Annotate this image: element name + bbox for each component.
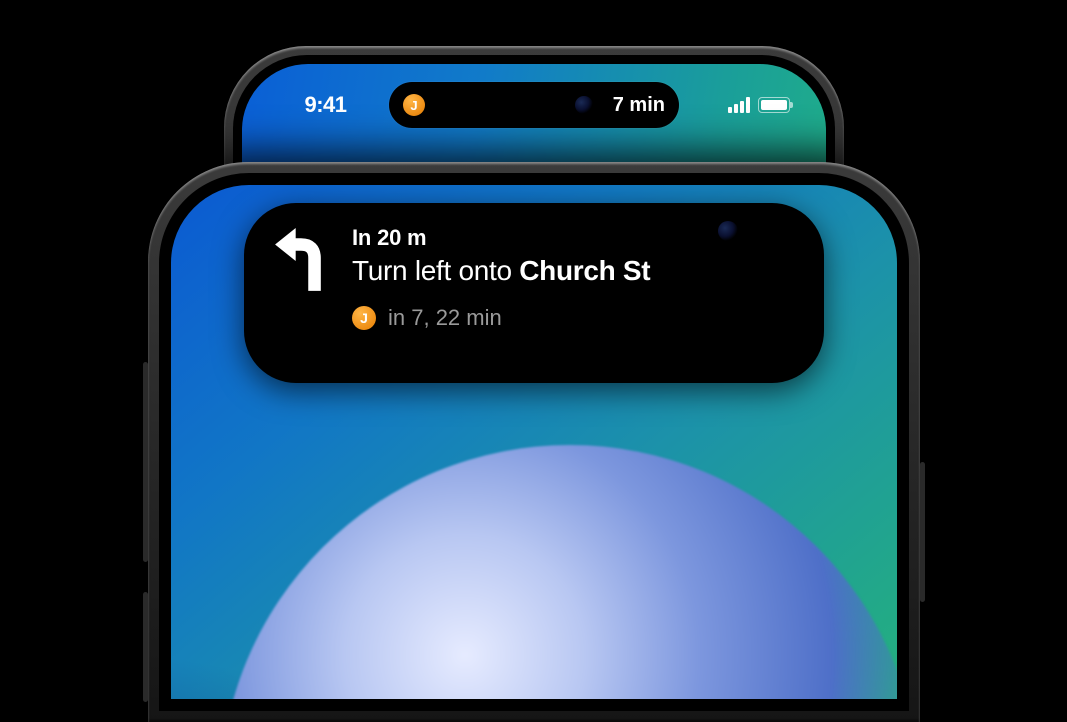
eta-compact: 7 min bbox=[613, 94, 665, 117]
dynamic-island-compact[interactable]: J 7 min bbox=[389, 82, 679, 128]
front-camera-icon bbox=[718, 221, 738, 241]
wallpaper-graphic bbox=[220, 445, 897, 699]
maneuver-prefix: Turn left onto bbox=[352, 255, 519, 286]
turn-distance: In 20 m bbox=[352, 225, 650, 251]
phone-device-front: In 20 m Turn left onto Church St J in 7,… bbox=[148, 162, 920, 722]
cellular-signal-icon bbox=[728, 97, 750, 113]
secondary-eta-row: J in 7, 22 min bbox=[352, 305, 650, 331]
turn-left-arrow-icon bbox=[272, 225, 330, 293]
phone-screen-front: In 20 m Turn left onto Church St J in 7,… bbox=[171, 185, 897, 699]
secondary-eta-text: in 7, 22 min bbox=[388, 305, 502, 331]
status-bar: 9:41 J 7 min bbox=[242, 82, 826, 128]
status-time: 9:41 bbox=[278, 92, 373, 118]
dynamic-island-expanded[interactable]: In 20 m Turn left onto Church St J in 7,… bbox=[244, 203, 824, 383]
maps-app-badge: J bbox=[403, 94, 425, 116]
battery-icon bbox=[758, 97, 790, 113]
turn-maneuver: Turn left onto Church St bbox=[352, 255, 650, 287]
turn-instruction-group: In 20 m Turn left onto Church St J in 7,… bbox=[352, 225, 650, 331]
maps-app-badge: J bbox=[352, 306, 376, 330]
front-camera-icon bbox=[575, 96, 593, 114]
maneuver-road-name: Church St bbox=[519, 255, 650, 286]
status-right-group bbox=[695, 97, 790, 113]
phone-bezel: In 20 m Turn left onto Church St J in 7,… bbox=[159, 173, 909, 711]
